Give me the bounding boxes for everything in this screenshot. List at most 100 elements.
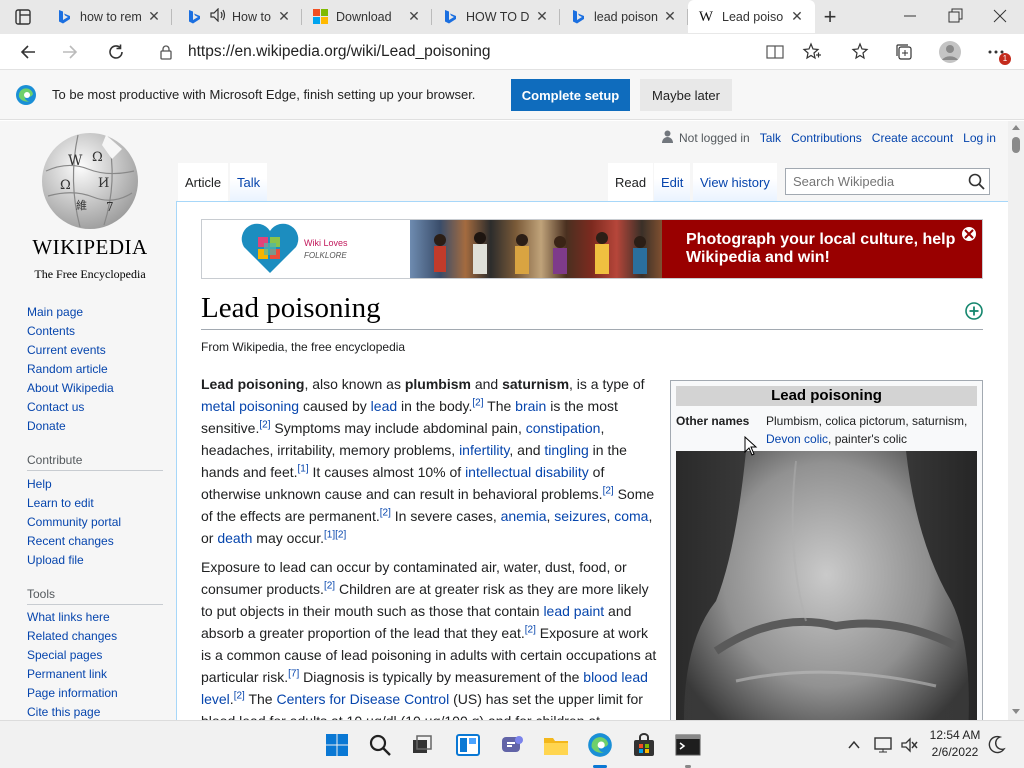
- tab-actions-icon[interactable]: [14, 8, 32, 26]
- edge-taskbar-button[interactable]: [584, 729, 616, 768]
- profile-avatar[interactable]: [936, 38, 964, 66]
- link-tingling[interactable]: tingling: [544, 442, 588, 458]
- complete-setup-button[interactable]: Complete setup: [511, 79, 630, 111]
- wikipedia-logo[interactable]: W Ω Ω И 維 7 WIKIPEDIA The Free Encyclope…: [28, 131, 152, 281]
- forward-button[interactable]: [56, 38, 84, 66]
- log-in-link[interactable]: Log in: [963, 131, 996, 145]
- sidebar-item-about-wikipedia[interactable]: About Wikipedia: [27, 379, 114, 398]
- citation-link[interactable]: [1][2]: [324, 529, 346, 540]
- sidebar-item-current-events[interactable]: Current events: [27, 341, 114, 360]
- minimize-button[interactable]: [900, 6, 920, 26]
- refresh-button[interactable]: [102, 38, 130, 66]
- store-button[interactable]: [628, 729, 660, 761]
- start-button[interactable]: [321, 729, 353, 761]
- close-tab-icon[interactable]: ✕: [789, 8, 805, 25]
- terminal-button[interactable]: [672, 729, 704, 768]
- tab-article[interactable]: Article: [178, 163, 229, 202]
- sidebar-item-donate[interactable]: Donate: [27, 417, 114, 436]
- restore-button[interactable]: [945, 6, 965, 26]
- back-button[interactable]: [14, 38, 42, 66]
- wiki-loves-folklore-banner[interactable]: Wiki Loves FOLKLORE Photograph your loca…: [201, 219, 983, 279]
- create-account-link[interactable]: Create account: [872, 131, 953, 145]
- volume-muted-icon[interactable]: [899, 736, 919, 757]
- sidebar-item-contents[interactable]: Contents: [27, 322, 114, 341]
- scrollbar-up-arrow[interactable]: [1012, 125, 1020, 130]
- citation-link[interactable]: [2]: [234, 690, 245, 701]
- sidebar-item-special-pages[interactable]: Special pages: [27, 646, 118, 665]
- link-metal-poisoning[interactable]: metal poisoning: [201, 398, 299, 414]
- browser-tab[interactable]: W Lead poiso ✕: [688, 0, 815, 33]
- banner-close-icon[interactable]: [960, 225, 978, 243]
- new-tab-button[interactable]: +: [819, 4, 841, 29]
- citation-link[interactable]: [2]: [603, 485, 614, 496]
- browser-tab[interactable]: lead poison ✕: [560, 0, 688, 33]
- sidebar-item-upload-file[interactable]: Upload file: [27, 551, 121, 570]
- file-explorer-button[interactable]: [540, 729, 572, 761]
- url-field[interactable]: https://en.wikipedia.org/wiki/Lead_poiso…: [146, 37, 794, 67]
- link-lead-paint[interactable]: lead paint: [543, 603, 604, 619]
- personal-talk-link[interactable]: Talk: [760, 131, 781, 145]
- link-death[interactable]: death: [217, 530, 252, 546]
- network-icon[interactable]: [873, 736, 893, 757]
- browser-tab[interactable]: HOW TO D ✕: [432, 0, 560, 33]
- citation-link[interactable]: [2]: [472, 397, 483, 408]
- citation-link[interactable]: [2]: [525, 624, 536, 635]
- collections-icon[interactable]: [890, 38, 918, 66]
- scrollbar-down-arrow[interactable]: [1012, 709, 1020, 714]
- tab-read[interactable]: Read: [608, 163, 654, 202]
- sidebar-item-main-page[interactable]: Main page: [27, 303, 114, 322]
- close-tab-icon[interactable]: ✕: [662, 8, 678, 25]
- reader-view-icon[interactable]: [766, 43, 784, 64]
- add-languages-icon[interactable]: [965, 302, 983, 323]
- link-brain[interactable]: brain: [515, 398, 546, 414]
- teams-chat-button[interactable]: [496, 729, 528, 761]
- sidebar-item-what-links-here[interactable]: What links here: [27, 608, 118, 627]
- link-devon-colic[interactable]: Devon colic: [766, 432, 828, 446]
- close-tab-icon[interactable]: ✕: [146, 8, 162, 25]
- maybe-later-button[interactable]: Maybe later: [640, 79, 732, 111]
- browser-tab[interactable]: how to rem ✕: [46, 0, 172, 33]
- citation-link[interactable]: [7]: [288, 668, 299, 679]
- close-tab-icon[interactable]: ✕: [534, 8, 550, 25]
- widgets-button[interactable]: [452, 729, 484, 761]
- sidebar-item-recent-changes[interactable]: Recent changes: [27, 532, 121, 551]
- clock[interactable]: 12:54 AM 2/6/2022: [922, 727, 988, 761]
- close-tab-icon[interactable]: ✕: [406, 8, 422, 25]
- add-favorite-icon[interactable]: [798, 38, 826, 66]
- link-coma[interactable]: coma: [614, 508, 648, 524]
- link-anemia[interactable]: anemia: [501, 508, 547, 524]
- notifications-moon-icon[interactable]: [988, 735, 1006, 758]
- citation-link[interactable]: [2]: [380, 507, 391, 518]
- sidebar-item-related-changes[interactable]: Related changes: [27, 627, 118, 646]
- favorites-icon[interactable]: [846, 38, 874, 66]
- tab-edit[interactable]: Edit: [654, 163, 691, 201]
- link-constipation[interactable]: constipation: [526, 420, 601, 436]
- sidebar-item-permanent-link[interactable]: Permanent link: [27, 665, 118, 684]
- sidebar-item-contact-us[interactable]: Contact us: [27, 398, 114, 417]
- link-seizures[interactable]: seizures: [554, 508, 606, 524]
- contributions-link[interactable]: Contributions: [791, 131, 862, 145]
- sidebar-item-help[interactable]: Help: [27, 475, 121, 494]
- search-input[interactable]: [786, 169, 961, 194]
- tab-audio-icon[interactable]: [210, 7, 226, 25]
- scrollbar-thumb[interactable]: [1012, 137, 1020, 153]
- link-cdc[interactable]: Centers for Disease Control: [276, 691, 449, 707]
- link-intellectual-disability[interactable]: intellectual disability: [465, 464, 589, 480]
- citation-link[interactable]: [2]: [324, 580, 335, 591]
- browser-tab[interactable]: Download ✕: [302, 0, 432, 33]
- close-window-button[interactable]: [990, 6, 1010, 26]
- citation-link[interactable]: [2]: [259, 419, 270, 430]
- browser-tab[interactable]: How to ✕: [176, 0, 302, 33]
- tab-view-history[interactable]: View history: [693, 163, 777, 201]
- xray-image[interactable]: [676, 451, 977, 720]
- sidebar-item-random-article[interactable]: Random article: [27, 360, 114, 379]
- sidebar-item-community-portal[interactable]: Community portal: [27, 513, 121, 532]
- sidebar-heading-tools[interactable]: Tools: [27, 587, 55, 601]
- search-icon[interactable]: [968, 173, 985, 193]
- link-infertility[interactable]: infertility: [459, 442, 509, 458]
- sidebar-item-cite-this-page[interactable]: Cite this page: [27, 703, 118, 720]
- link-lead[interactable]: lead: [371, 398, 397, 414]
- close-tab-icon[interactable]: ✕: [276, 8, 292, 25]
- settings-more-icon[interactable]: 1: [982, 38, 1011, 66]
- citation-link[interactable]: [1]: [298, 463, 309, 474]
